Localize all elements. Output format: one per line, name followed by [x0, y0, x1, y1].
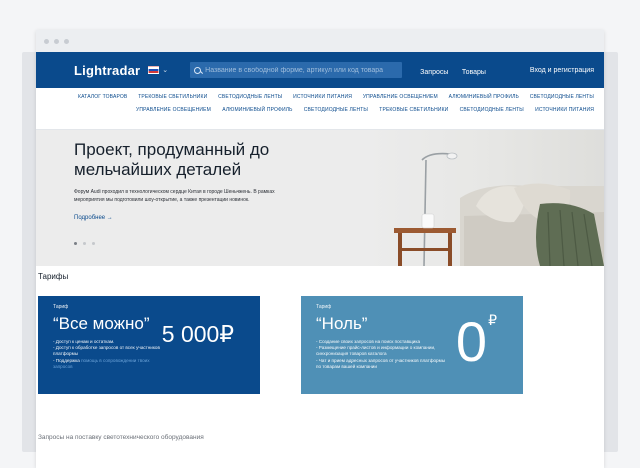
tariff-feature: - Размещение прайс-листов и информации о… [316, 345, 436, 357]
window-dot [64, 38, 69, 44]
tariff-price: 0₽ [455, 310, 497, 373]
tariff-feature: - Чат и прием адресных запросов от участ… [316, 357, 446, 369]
slider-dots [74, 242, 95, 245]
tariff-features: - Доступ к ценам и остаткам. - Доступ к … [53, 339, 163, 370]
site-header: Lightradar ⌄ Запросы Товары Вход и регис… [36, 52, 604, 88]
tariff-label: Тариф [53, 304, 69, 310]
russian-flag-icon[interactable] [148, 66, 160, 74]
category-row: УПРАВЛЕНИЕ ОСВЕЩЕНИЕМ АЛЮМИНИЕВЫЙ ПРОФИЛ… [36, 107, 604, 113]
hero-banner: Проект, продуманный до мельчайших детале… [36, 130, 604, 266]
category-link[interactable]: СВЕТОДИОДНЫЕ ЛЕНТЫ [460, 107, 524, 113]
hero-more-link[interactable]: Подробнее → [74, 215, 113, 221]
hero-interior-image [394, 152, 604, 266]
tariff-card-all[interactable]: Тариф “Все можно” - Доступ к ценам и ост… [38, 296, 260, 394]
browser-window: Lightradar ⌄ Запросы Товары Вход и регис… [36, 30, 604, 468]
search-input[interactable] [205, 66, 399, 74]
category-link[interactable]: УПРАВЛЕНИЕ ОСВЕЩЕНИЕМ [136, 107, 211, 113]
search-box[interactable] [190, 62, 403, 78]
category-link[interactable]: КАТАЛОГ ТОВАРОВ [78, 94, 127, 100]
category-link[interactable]: СВЕТОДИОДНЫЕ ЛЕНТЫ [304, 107, 368, 113]
category-link[interactable]: СВЕТОДИОДНЫЕ ЛЕНТЫ [218, 94, 282, 100]
slider-dot-active[interactable] [74, 242, 77, 245]
chevron-down-icon[interactable]: ⌄ [162, 66, 168, 74]
nav-products[interactable]: Товары [462, 69, 486, 76]
tariff-name: “Все можно” [53, 314, 150, 333]
tariff-feature: - Доступ к обработке запросов от всех уч… [53, 345, 160, 357]
tariff-label: Тариф [316, 304, 332, 310]
category-link[interactable]: УПРАВЛЕНИЕ ОСВЕЩЕНИЕМ [363, 94, 438, 100]
tariff-name: “Ноль” [316, 314, 368, 333]
search-icon [194, 66, 202, 74]
main-nav: Запросы Товары [420, 61, 495, 79]
category-row: КАТАЛОГ ТОВАРОВ ТРЕКОВЫЕ СВЕТИЛЬНИКИ СВЕ… [36, 94, 604, 100]
hero-title: Проект, продуманный до мельчайших детале… [74, 140, 270, 179]
tariffs-heading: Тарифы [38, 272, 69, 281]
logo[interactable]: Lightradar [74, 63, 140, 78]
window-chrome [36, 30, 604, 52]
currency-sign: ₽ [488, 312, 497, 328]
category-link[interactable]: АЛЮМИНИЕВЫЙ ПРОФИЛЬ [449, 94, 519, 100]
category-link[interactable]: АЛЮМИНИЕВЫЙ ПРОФИЛЬ [222, 107, 292, 113]
category-menu: КАТАЛОГ ТОВАРОВ ТРЕКОВЫЕ СВЕТИЛЬНИКИ СВЕ… [36, 88, 604, 130]
window-dot [54, 38, 59, 44]
login-link[interactable]: Вход и регистрация [530, 67, 594, 74]
category-link[interactable]: ТРЕКОВЫЕ СВЕТИЛЬНИКИ [379, 107, 448, 113]
hero-text: Форум Audi проходил в технологическом се… [74, 189, 275, 203]
category-link[interactable]: ИСТОЧНИКИ ПИТАНИЯ [535, 107, 594, 113]
category-link[interactable]: ТРЕКОВЫЕ СВЕТИЛЬНИКИ [138, 94, 207, 100]
tariff-feature: - Поддержка помощь в сопровождении твоих… [53, 357, 150, 369]
nav-requests[interactable]: Запросы [420, 69, 448, 76]
category-link[interactable]: ИСТОЧНИКИ ПИТАНИЯ [293, 94, 352, 100]
slider-dot[interactable] [83, 242, 86, 245]
tariff-card-zero[interactable]: Тариф “Ноль” - Создание своих запросов н… [301, 296, 523, 394]
category-link[interactable]: СВЕТОДИОДНЫЕ ЛЕНТЫ [530, 94, 594, 100]
slider-dot[interactable] [92, 242, 95, 245]
tariff-price: 5 000₽ [161, 321, 234, 347]
window-dot [44, 38, 49, 44]
section-heading-partial: Запросы на поставку светотехнического об… [38, 434, 204, 441]
tariff-features: - Создание своих запросов на поиск поста… [316, 339, 446, 370]
